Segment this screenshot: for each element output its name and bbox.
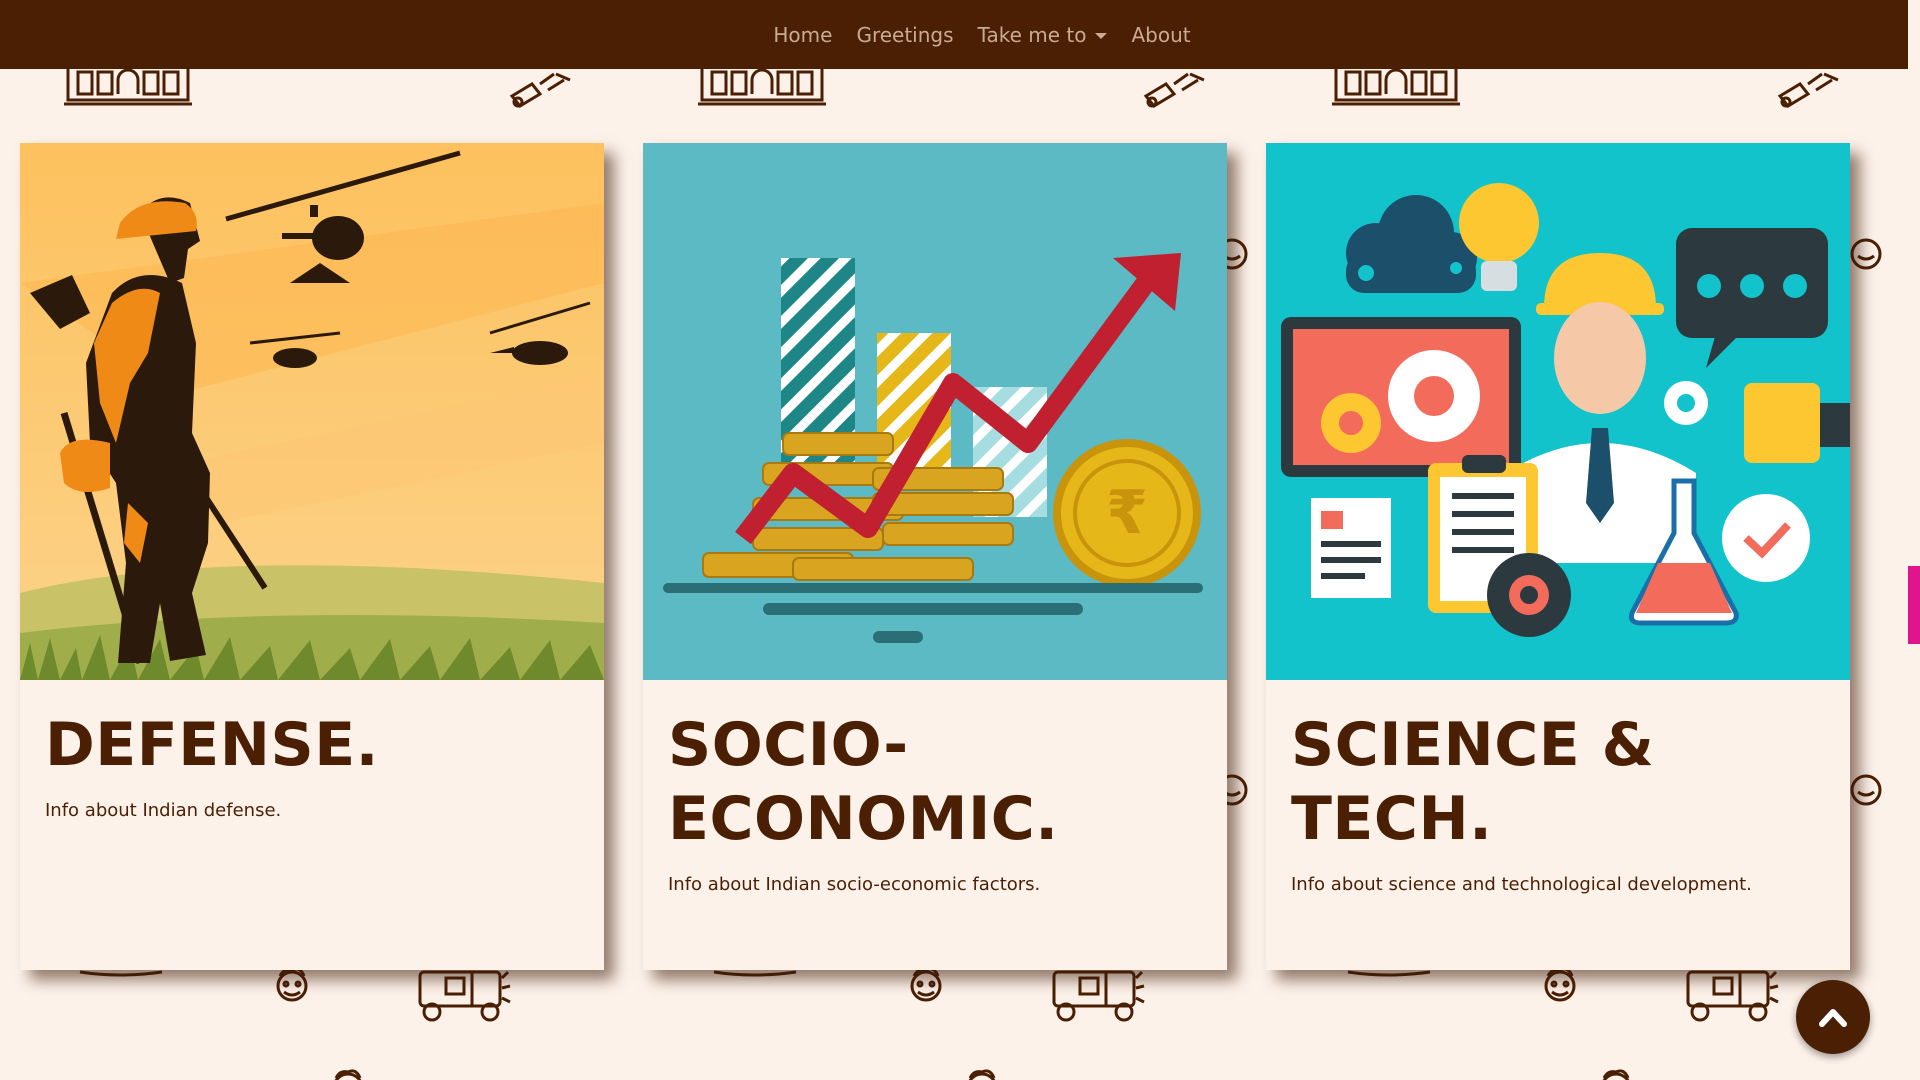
page-scrollbar[interactable] xyxy=(1908,0,1920,1080)
defense-illustration xyxy=(20,143,604,680)
chevron-up-icon xyxy=(1819,1009,1847,1027)
nav-dropdown-take-me-to[interactable]: Take me to xyxy=(978,23,1108,47)
card-text: Info about Indian socio-economic factors… xyxy=(668,874,1041,895)
scroll-to-top-button[interactable] xyxy=(1796,980,1870,1054)
caret-down-icon xyxy=(1095,32,1108,39)
nav-link-greetings[interactable]: Greetings xyxy=(856,23,953,47)
science-tech-illustration xyxy=(1266,143,1850,680)
card-title: SOCIO- ECONOMIC. xyxy=(668,708,1202,856)
card-title-line-2: ECONOMIC. xyxy=(668,784,1059,854)
card-text: Info about Indian defense. xyxy=(45,800,282,821)
card-science-tech[interactable]: SCIENCE & TECH. Info about science and t… xyxy=(1266,143,1850,970)
card-title: SCIENCE & TECH. xyxy=(1291,710,1655,854)
nav-link-home[interactable]: Home xyxy=(773,23,832,47)
scrollbar-thumb[interactable] xyxy=(1908,566,1920,644)
svg-text:₹: ₹ xyxy=(1106,478,1148,548)
nav-menu: Home Greetings Take me to About xyxy=(773,23,1190,47)
top-navbar: Home Greetings Take me to About xyxy=(0,0,1920,69)
card-socio-economic[interactable]: ₹ SOCIO- ECONOMIC. Info about Indian soc… xyxy=(643,143,1227,970)
card-text: Info about science and technological dev… xyxy=(1291,874,1752,895)
socio-economic-illustration: ₹ xyxy=(643,143,1227,680)
nav-link-about[interactable]: About xyxy=(1131,23,1190,47)
card-title: DEFENSE. xyxy=(45,710,379,780)
card-defense[interactable]: DEFENSE. Info about Indian defense. xyxy=(20,143,604,970)
nav-dropdown-label: Take me to xyxy=(977,22,1087,47)
card-title-line-1: SOCIO- xyxy=(668,710,909,780)
